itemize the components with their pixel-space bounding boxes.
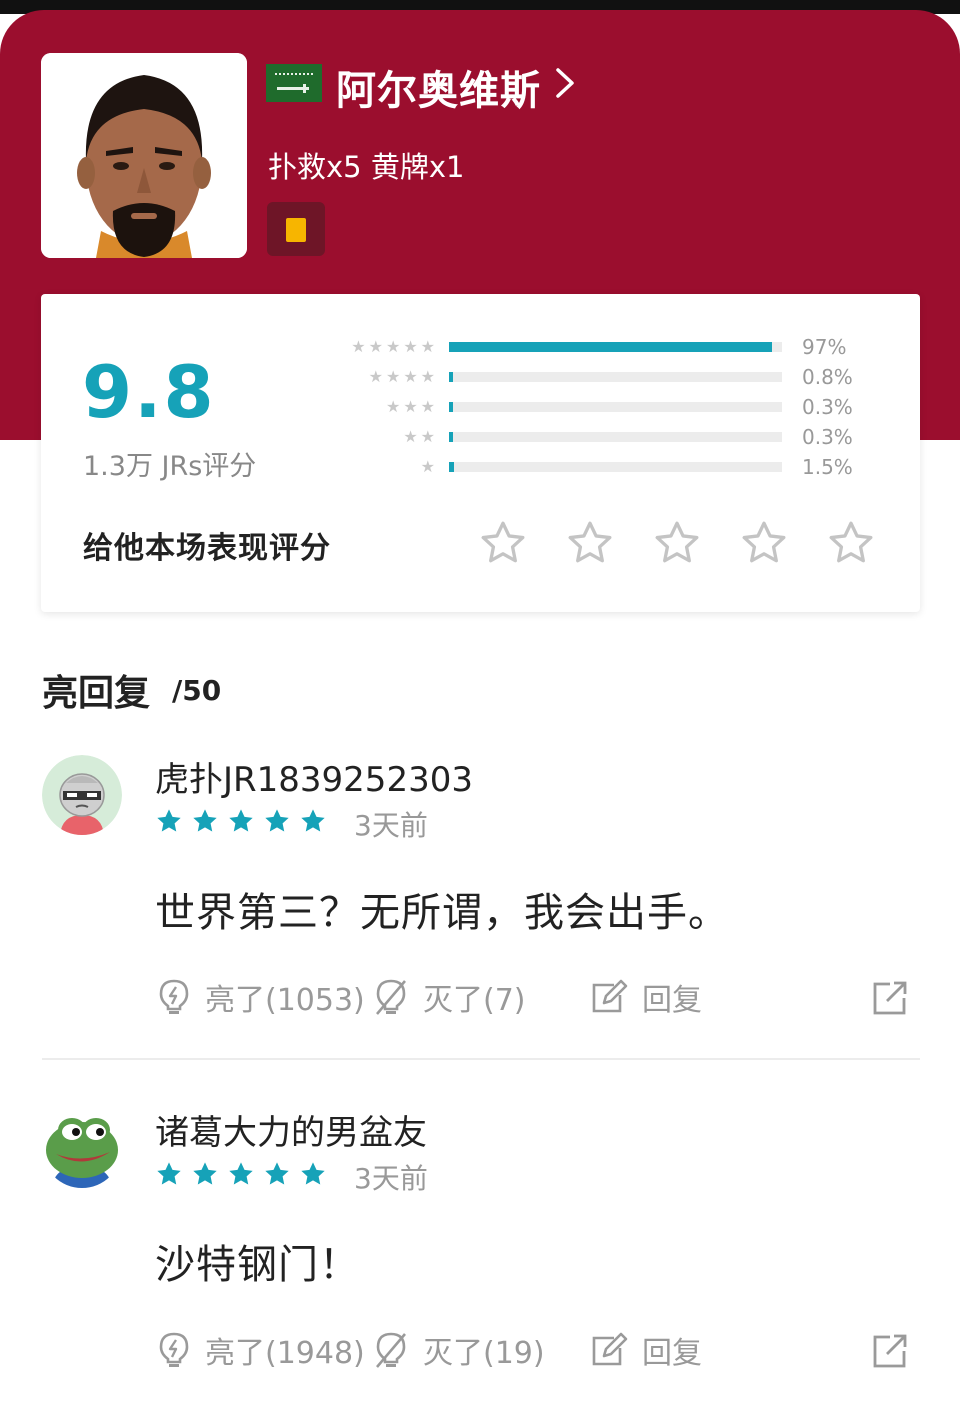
username[interactable]: 虎扑JR1839252303 (155, 752, 473, 801)
dist-bar-track (449, 402, 782, 412)
lightbulb-off-icon (376, 979, 406, 1015)
compose-icon (592, 979, 628, 1013)
user-avatar[interactable] (42, 755, 122, 835)
player-photo (41, 53, 247, 258)
flag-sword (277, 84, 309, 93)
replies-count: /50 (172, 674, 222, 707)
filled-star-icon (229, 809, 253, 832)
dist-bar-fill (449, 432, 453, 442)
dist-bar-fill (449, 462, 454, 472)
user-rating-stars (155, 807, 335, 837)
dist-bar-fill (449, 372, 453, 382)
replies-title: 亮回复 (42, 673, 151, 714)
reply-button[interactable]: 回复 (590, 1330, 702, 1371)
lightbulb-icon (159, 979, 189, 1014)
dist-percent: 1.5% (802, 455, 853, 479)
dislike-label: 灭了(7) (423, 983, 526, 1018)
filled-star-icon (193, 809, 217, 832)
dislike-button[interactable]: 灭了(19) (373, 1330, 545, 1371)
rate-star-3[interactable] (652, 518, 702, 568)
dist-percent: 0.3% (802, 395, 853, 419)
dist-stars: ★★ (403, 427, 438, 446)
dist-bar-fill (449, 342, 772, 352)
filled-star-icon (265, 809, 289, 832)
dist-stars: ★ (420, 457, 438, 476)
like-label: 亮了(1948) (205, 1336, 365, 1371)
rating-distribution-row: ★ 1.5% (336, 455, 856, 479)
compose-icon (592, 1332, 628, 1366)
rating-distribution-row: ★★ 0.3% (336, 425, 856, 449)
card-badge (267, 202, 325, 256)
comment-time: 3天前 (354, 1162, 428, 1195)
rating-count: 1.3万 JRs评分 (83, 451, 257, 482)
rate-prompt: 给他本场表现评分 (83, 531, 331, 566)
reply-button[interactable]: 回复 (590, 977, 702, 1018)
player-name[interactable]: 阿尔奥维斯 (336, 58, 541, 116)
dist-bar-fill (449, 402, 453, 412)
dist-percent: 0.3% (802, 425, 853, 449)
country-flag-icon (266, 64, 322, 102)
rating-distribution-row: ★★★★★ 97% (336, 335, 856, 359)
username[interactable]: 诸葛大力的男盆友 (155, 1105, 427, 1154)
rating-distribution-row: ★★★ 0.3% (336, 395, 856, 419)
rate-star-1[interactable] (478, 518, 528, 568)
dislike-label: 灭了(19) (423, 1336, 545, 1371)
dist-percent: 0.8% (802, 365, 853, 389)
rate-star-4[interactable] (739, 518, 789, 568)
user-avatar[interactable] (42, 1108, 122, 1188)
dislike-button[interactable]: 灭了(7) (373, 977, 526, 1018)
dist-stars: ★★★ (385, 397, 438, 416)
lightbulb-off-icon (376, 1332, 406, 1368)
dist-bar-track (449, 372, 782, 382)
like-label: 亮了(1053) (205, 983, 365, 1018)
like-button[interactable]: 亮了(1053) (157, 977, 365, 1018)
dist-stars: ★★★★ (368, 367, 438, 386)
comment-text: 世界第三？无所谓，我会出手。 (155, 890, 729, 936)
filled-star-icon (229, 1162, 253, 1185)
rate-star-5[interactable] (826, 518, 876, 568)
lightbulb-icon (159, 1332, 189, 1367)
yellow-card-icon (286, 218, 306, 242)
filled-star-icon (157, 809, 181, 832)
comment-text: 沙特钢门！ (155, 1242, 360, 1288)
like-button[interactable]: 亮了(1948) (157, 1330, 365, 1371)
player-stats: 扑救x5 黄牌x1 (268, 150, 465, 184)
share-icon[interactable] (870, 978, 910, 1018)
chevron-right-icon[interactable] (552, 66, 578, 100)
rate-star-group (478, 518, 878, 572)
user-rating-stars (155, 1160, 335, 1190)
flag-script (275, 73, 313, 79)
filled-star-icon (157, 1162, 181, 1185)
dist-stars: ★★★★★ (351, 337, 438, 356)
filled-star-icon (265, 1162, 289, 1185)
share-icon[interactable] (870, 1331, 910, 1371)
rate-star-2[interactable] (565, 518, 615, 568)
filled-star-icon (301, 1162, 325, 1185)
rating-score: 9.8 (82, 350, 216, 434)
filled-star-icon (301, 809, 325, 832)
reply-label: 回复 (642, 983, 702, 1018)
dist-bar-track (449, 462, 782, 472)
dist-bar-track (449, 342, 782, 352)
filled-star-icon (193, 1162, 217, 1185)
dist-bar-track (449, 432, 782, 442)
rating-distribution-row: ★★★★ 0.8% (336, 365, 856, 389)
dist-percent: 97% (802, 335, 847, 359)
comment-time: 3天前 (354, 809, 428, 842)
reply-label: 回复 (642, 1336, 702, 1371)
comment-divider (42, 1058, 920, 1060)
